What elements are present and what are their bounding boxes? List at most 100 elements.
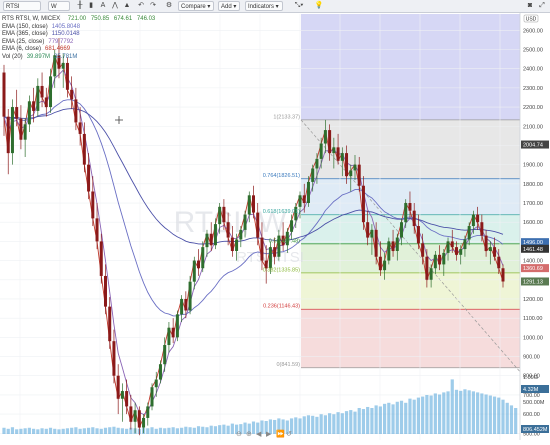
drawing-tools-icon[interactable]: ⤡▾ (290, 1, 308, 11)
camera-icon[interactable]: ◙ (525, 1, 535, 11)
currency-badge[interactable]: USD (526, 17, 537, 23)
volume-bar (218, 425, 222, 434)
legend-item[interactable]: EMA (150, close) 1405.8048 (2, 24, 155, 32)
volume-bar (366, 406, 370, 434)
interval-select[interactable]: W (48, 1, 70, 11)
volume-bar (108, 427, 112, 434)
price-tick-label: 1400.00 (523, 259, 543, 265)
volume-bar (196, 426, 201, 434)
volume-bar (175, 428, 179, 434)
legend-item[interactable]: EMA (25, close) 779.7792 (2, 39, 155, 47)
volume-bar (480, 393, 484, 434)
price-chart[interactable]: RTSI, W RTS RTSI 1(2133.37)0.764(1826.51… (0, 13, 550, 440)
volume-bar (201, 426, 205, 434)
symbol-search-input[interactable]: RTSI (3, 1, 41, 11)
candle (150, 383, 154, 411)
volume-bar (116, 427, 120, 434)
volume-bar (213, 426, 218, 434)
volume-bar (95, 428, 99, 434)
compare-label: Compare (181, 4, 206, 10)
volume-bar (450, 379, 454, 434)
legend-value-2: 35.781M (54, 53, 78, 60)
volume-bar (150, 427, 154, 434)
area-chart-icon[interactable]: ▲ (122, 1, 132, 11)
candles-icon[interactable]: ▮ (86, 1, 96, 11)
price-tag-label: 1461.48 (523, 247, 543, 253)
zoom-out-icon: ⊖ (236, 431, 242, 438)
volume-bar (44, 428, 48, 434)
volume-bar (103, 427, 108, 434)
legend-label: EMA (6, close) (2, 46, 42, 52)
volume-bar (433, 393, 437, 434)
indicators-label: Indicators (248, 4, 275, 10)
lightbulb-icon[interactable]: 💡 (314, 1, 324, 11)
volume-bar (488, 395, 492, 434)
volume-bar (437, 394, 442, 434)
volume-bar (353, 411, 357, 434)
fib-level-label: 0.382(1335.85) (263, 267, 300, 273)
legend-item[interactable]: EMA (365, close) 1150.0148 (2, 31, 155, 39)
price-tick-label: 2100.00 (523, 124, 543, 130)
symbol-title: RTS RTSI, W, MICEX (2, 16, 61, 22)
volume-bar (19, 428, 23, 434)
volume-bar (36, 429, 40, 434)
volume-bar (311, 415, 315, 434)
price-tick-label: 1200.00 (523, 297, 543, 303)
volume-tick-label: 1.00G (523, 375, 538, 381)
volume-bar (476, 392, 480, 434)
volume-bar (421, 396, 425, 434)
gear-icon[interactable]: ⚙ (164, 1, 174, 11)
add-button[interactable]: Add ▾ (218, 1, 240, 11)
undo-icon[interactable]: ↶ (136, 1, 146, 11)
volume-bar (171, 427, 175, 434)
price-tick-label: 900.00 (523, 355, 540, 361)
compare-button[interactable]: Compare ▾ (178, 1, 214, 11)
fib-level-label: 0.764(1826.51) (263, 173, 300, 179)
price-tick-label: 700.00 (523, 393, 540, 399)
line-chart-icon[interactable]: ⋀ (110, 1, 120, 11)
volume-bar (167, 427, 171, 434)
volume-bar (27, 427, 31, 434)
legend-item[interactable]: EMA (6, close) 681.4669 (2, 46, 155, 54)
volume-bar (205, 427, 209, 434)
redo-icon[interactable]: ↷ (148, 1, 158, 11)
legend-value: 681.4669 (45, 46, 71, 52)
volume-bar (361, 409, 366, 434)
price-tick-label: 2600.00 (523, 28, 543, 34)
volume-bar (40, 428, 44, 434)
chart-area[interactable]: RTSI, W RTS RTSI 1(2133.37) 0.764(1826.51… (0, 13, 550, 440)
volume-bar (78, 428, 82, 434)
price-tick-label: 1000.00 (523, 335, 543, 341)
volume-bar (404, 402, 408, 434)
volume-bar (315, 416, 319, 434)
volume-bar (53, 428, 57, 434)
reset-icon: ↺ (286, 431, 292, 438)
scroll-right-icon: ▶ (266, 431, 272, 438)
volume-bar (120, 428, 125, 434)
fullscreen-icon[interactable]: ⤢ (537, 1, 547, 11)
bar-chart-icon[interactable]: ╫ (75, 1, 85, 11)
volume-bar (306, 415, 311, 434)
volume-bar (298, 418, 302, 434)
volume-bar (125, 428, 129, 434)
volume-bar (91, 427, 95, 434)
indicators-button[interactable]: Indicators ▾ (245, 1, 283, 11)
price-tag-label: 1291.13 (523, 279, 543, 285)
volume-bar (226, 425, 230, 434)
volume-bar (184, 426, 188, 434)
volume-bar (374, 405, 378, 434)
fib-level-label: 0.236(1146.43) (263, 304, 300, 310)
volume-bar (2, 427, 6, 434)
volume-bar (399, 400, 404, 434)
scroll-left-icon: ◀ (256, 431, 262, 438)
fib-level-label: 0(841.59) (276, 362, 300, 368)
volume-bar (467, 390, 471, 434)
legend-item[interactable]: Vol (20) 39.897M 35.781M (2, 54, 155, 62)
ohlc-open: 721.00 (67, 16, 87, 22)
price-tick-label: 600.00 (523, 412, 540, 418)
volume-bar (48, 427, 53, 434)
volume-bar (349, 410, 353, 434)
text-icon[interactable]: A (98, 1, 108, 11)
volume-bar (209, 425, 213, 434)
volume-bar (70, 427, 74, 434)
